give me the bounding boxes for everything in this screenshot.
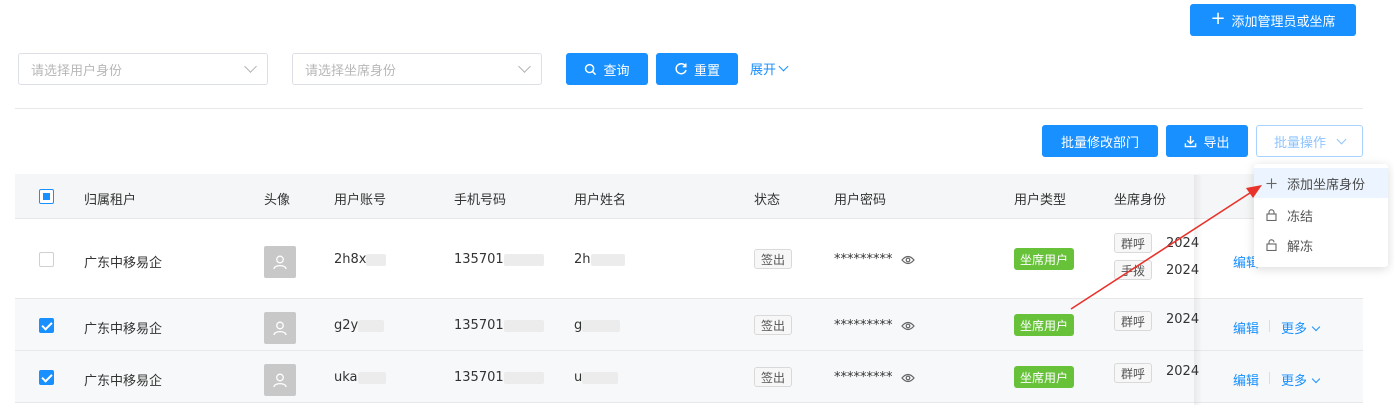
batch-operations-menu: 添加坐席身份 冻结 解冻 xyxy=(1254,164,1388,267)
column-header-avatar: 头像 xyxy=(264,193,291,208)
user-type-badge: 坐席用户 xyxy=(1014,314,1075,336)
column-header-name: 用户姓名 xyxy=(574,193,627,208)
expand-label: 展开 xyxy=(750,63,777,78)
status-badge: 签出 xyxy=(754,249,793,269)
row-checkbox[interactable] xyxy=(39,370,54,385)
avatar xyxy=(264,364,296,396)
password-cell: ********* xyxy=(834,252,915,267)
reset-label: 重置 xyxy=(693,63,720,79)
status-badge: 签出 xyxy=(754,367,793,387)
action-separator xyxy=(1269,372,1270,384)
menu-item-add-seat-identity[interactable]: 添加坐席身份 xyxy=(1254,168,1388,198)
column-header-account: 用户账号 xyxy=(334,193,387,208)
phone-cell: 135701 xyxy=(454,318,544,333)
tenant-cell: 广东中移易企 xyxy=(84,256,163,271)
menu-item-unfreeze[interactable]: 解冻 xyxy=(1254,230,1388,260)
chevron-down-icon xyxy=(244,60,257,73)
seat-tag: 群呼 xyxy=(1114,363,1153,383)
column-header-password: 用户密码 xyxy=(834,193,887,208)
chevron-down-icon xyxy=(1336,134,1347,144)
table-row: 广东中移易企 g2y 135701 g 签出 ********* 坐席用户 群呼… xyxy=(15,299,1363,351)
export-button[interactable]: 导出 xyxy=(1166,125,1248,157)
edit-link[interactable]: 编辑 xyxy=(1233,370,1259,389)
user-type-badge: 坐席用户 xyxy=(1014,248,1075,270)
row-checkbox[interactable] xyxy=(39,318,54,333)
batch-modify-department-button[interactable]: 批量修改部门 xyxy=(1042,125,1158,157)
batch-operations-label: 批量操作 xyxy=(1273,135,1326,151)
eye-icon[interactable] xyxy=(900,255,915,265)
name-cell: g xyxy=(574,318,621,333)
column-header-tenant: 归属租户 xyxy=(84,193,137,208)
column-header-status: 状态 xyxy=(754,193,781,208)
export-label: 导出 xyxy=(1203,135,1230,151)
column-header-user-type: 用户类型 xyxy=(1014,193,1067,208)
avatar xyxy=(264,312,296,344)
user-icon xyxy=(273,373,287,388)
batch-modify-department-label: 批量修改部门 xyxy=(1060,135,1139,151)
user-type-badge: 坐席用户 xyxy=(1014,366,1075,388)
eye-icon[interactable] xyxy=(900,373,915,383)
seat-identity-placeholder: 请选择坐席身份 xyxy=(305,63,397,79)
eye-icon[interactable] xyxy=(900,321,915,331)
phone-cell: 135701 xyxy=(454,370,544,385)
table-row: 广东中移易企 2h8x 135701 2h 签出 ********* 坐席用户 … xyxy=(15,219,1363,299)
fixed-column-shadow xyxy=(1194,175,1202,405)
tenant-cell: 广东中移易企 xyxy=(84,374,163,389)
user-identity-select[interactable]: 请选择用户身份 xyxy=(18,53,268,85)
plus-icon xyxy=(1266,177,1277,189)
column-header-seat-identity: 坐席身份 xyxy=(1114,193,1167,208)
chevron-down-icon xyxy=(1311,322,1321,332)
add-admin-or-seat-label: 添加管理员或坐席 xyxy=(1231,14,1336,30)
action-separator xyxy=(1269,320,1270,332)
refresh-icon xyxy=(675,62,687,75)
user-identity-placeholder: 请选择用户身份 xyxy=(31,63,123,79)
select-all-checkbox[interactable] xyxy=(39,189,54,204)
menu-item-freeze[interactable]: 冻结 xyxy=(1254,200,1388,230)
column-header-phone: 手机号码 xyxy=(454,193,507,208)
table-header: 归属租户 头像 用户账号 手机号码 用户姓名 状态 用户密码 用户类型 坐席身份 xyxy=(15,174,1363,219)
menu-item-label: 添加坐席身份 xyxy=(1287,177,1366,193)
batch-operations-button[interactable]: 批量操作 xyxy=(1256,125,1363,157)
account-cell: uka xyxy=(334,370,386,385)
section-divider xyxy=(15,108,1363,109)
name-cell: u xyxy=(574,370,619,385)
chevron-down-icon xyxy=(1311,374,1321,384)
reset-button[interactable]: 重置 xyxy=(656,53,738,85)
edit-link[interactable]: 编辑 xyxy=(1233,318,1259,337)
seat-identity-select[interactable]: 请选择坐席身份 xyxy=(292,53,542,85)
menu-item-label: 冻结 xyxy=(1287,209,1314,225)
lock-icon xyxy=(1266,209,1277,221)
download-icon xyxy=(1185,135,1197,147)
search-icon xyxy=(585,63,597,75)
more-actions-link[interactable]: 更多 xyxy=(1281,370,1321,389)
password-cell: ********* xyxy=(834,318,915,333)
account-cell: 2h8x xyxy=(334,252,387,267)
user-icon xyxy=(273,321,287,336)
password-cell: ********* xyxy=(834,370,915,385)
search-button[interactable]: 查询 xyxy=(566,53,648,85)
plus-icon: + xyxy=(1210,8,1226,29)
row-checkbox[interactable] xyxy=(39,252,54,267)
phone-cell: 135701 xyxy=(454,252,544,267)
name-cell: 2h xyxy=(574,252,625,267)
tenant-cell: 广东中移易企 xyxy=(84,322,163,337)
account-cell: g2y xyxy=(334,318,385,333)
chevron-down-icon xyxy=(778,61,789,72)
status-badge: 签出 xyxy=(754,315,793,335)
menu-item-label: 解冻 xyxy=(1287,239,1314,255)
more-actions-link[interactable]: 更多 xyxy=(1281,318,1321,337)
user-icon xyxy=(273,255,287,270)
seat-tag: 群呼 xyxy=(1114,311,1153,331)
add-admin-or-seat-button[interactable]: + 添加管理员或坐席 xyxy=(1190,4,1356,36)
table-row: 广东中移易企 uka 135701 u 签出 ********* 坐席用户 群呼… xyxy=(15,351,1363,403)
expand-toggle[interactable]: 展开 xyxy=(750,59,789,78)
seat-tag: 手拨 xyxy=(1114,260,1153,280)
avatar xyxy=(264,246,296,278)
search-label: 查询 xyxy=(603,63,630,79)
unlock-icon xyxy=(1266,239,1277,251)
seat-tag: 群呼 xyxy=(1114,233,1153,253)
chevron-down-icon xyxy=(518,60,531,73)
